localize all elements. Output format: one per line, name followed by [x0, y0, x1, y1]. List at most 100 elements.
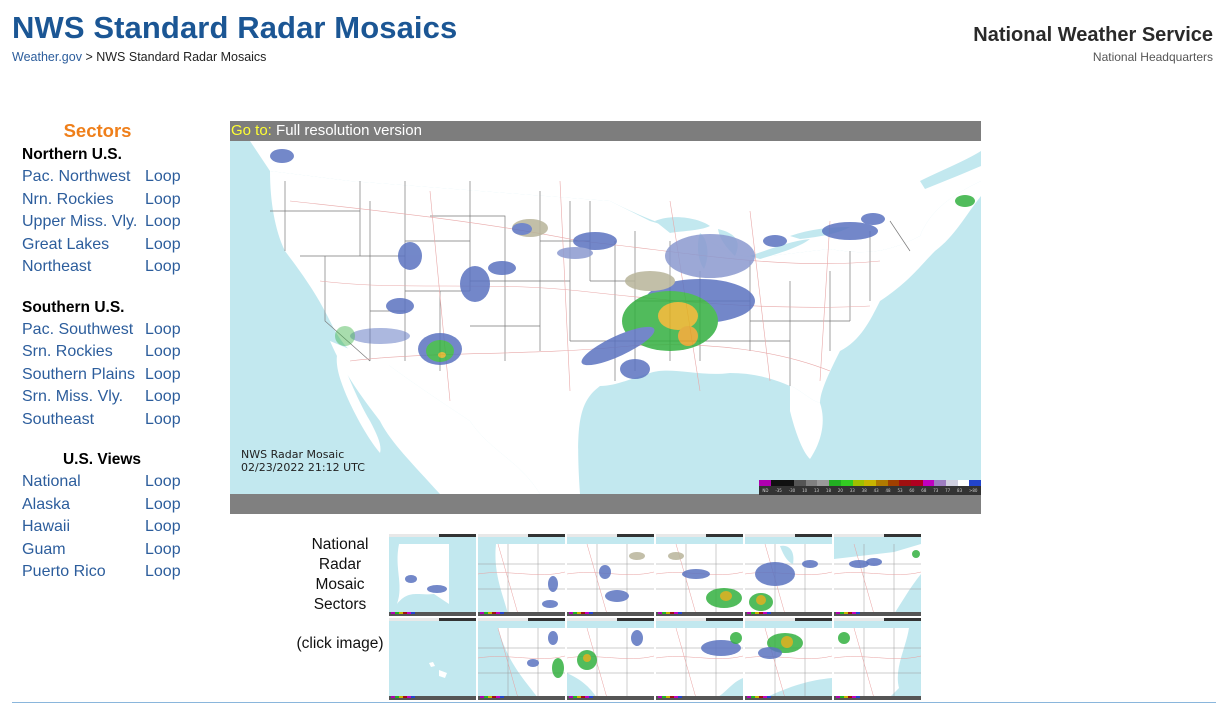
legend-label: 10 — [802, 488, 808, 493]
sector-row-southeast: Southeast Loop — [0, 409, 205, 432]
sector-row-puerto-rico: Puerto Rico Loop — [0, 561, 205, 584]
legend-label: 83 — [957, 488, 963, 493]
sector-row-guam: Guam Loop — [0, 539, 205, 562]
thumbnail-image — [389, 618, 476, 700]
sector-link-national[interactable]: National — [0, 473, 145, 491]
thumbnails-label: National Radar Mosaic Sectors — [290, 535, 390, 615]
agency-name: National Weather Service — [973, 24, 1213, 46]
legend-label: 20 — [837, 488, 843, 493]
thumbnail-northeast[interactable] — [834, 534, 921, 616]
loop-link-puerto-rico[interactable]: Loop — [145, 563, 181, 581]
thumbnail-alaska[interactable] — [389, 534, 476, 616]
thumbnail-southeast[interactable] — [834, 618, 921, 700]
thumbnail-image — [389, 534, 476, 616]
legend-label: -35 — [775, 488, 782, 493]
sector-row-great-lakes: Great Lakes Loop — [0, 234, 205, 257]
loop-link-guam[interactable]: Loop — [145, 541, 181, 559]
sector-link-southern-plains[interactable]: Southern Plains — [0, 366, 145, 384]
loop-link-national[interactable]: Loop — [145, 473, 181, 491]
sectors-title: Sectors — [63, 120, 132, 141]
legend-label: 68 — [921, 488, 927, 493]
thumbnail-southern-plains[interactable] — [656, 618, 743, 700]
loop-link-pac-southwest[interactable]: Loop — [145, 321, 181, 339]
sector-row-alaska: Alaska Loop — [0, 494, 205, 517]
legend-label: 53 — [897, 488, 903, 493]
sector-link-southeast[interactable]: Southeast — [0, 411, 145, 429]
thumbnail-nrn-rockies[interactable] — [567, 534, 654, 616]
radar-mosaic-image[interactable] — [230, 141, 981, 494]
footer-divider — [12, 702, 1216, 703]
sector-link-srn-rockies[interactable]: Srn. Rockies — [0, 343, 145, 361]
sector-row-upper-miss-vly: Upper Miss. Vly. Loop — [0, 211, 205, 234]
thumbnail-srn-rockies[interactable] — [567, 618, 654, 700]
thumbnail-srn-miss-vly[interactable] — [745, 618, 832, 700]
page-title: NWS Standard Radar Mosaics — [12, 10, 458, 45]
click-image-hint: (click image) — [296, 635, 384, 652]
thumbnails-label-line: Sectors — [313, 596, 367, 613]
sector-row-national: National Loop — [0, 471, 205, 494]
thumbnails-label-line: National — [311, 536, 369, 553]
sector-thumbnails-grid — [389, 534, 921, 700]
breadcrumb: Weather.gov > NWS Standard Radar Mosaics — [12, 50, 266, 64]
sector-row-nrn-rockies: Nrn. Rockies Loop — [0, 189, 205, 212]
radar-map-panel: Go to: Full resolution version NWS Radar… — [230, 121, 982, 514]
sector-link-nrn-rockies[interactable]: Nrn. Rockies — [0, 191, 145, 209]
loop-link-srn-rockies[interactable]: Loop — [145, 343, 181, 361]
sector-link-northeast[interactable]: Northeast — [0, 258, 145, 276]
legend-label: 38 — [861, 488, 867, 493]
thumbnail-upper-miss-vly[interactable] — [656, 534, 743, 616]
sector-link-great-lakes[interactable]: Great Lakes — [0, 236, 145, 254]
thumbnail-image — [745, 618, 832, 700]
legend-label: 33 — [849, 488, 855, 493]
legend-label: 18 — [825, 488, 831, 493]
loop-link-southeast[interactable]: Loop — [145, 411, 181, 429]
sector-row-srn-rockies: Srn. Rockies Loop — [0, 341, 205, 364]
thumbnail-great-lakes[interactable] — [745, 534, 832, 616]
thumbnail-image — [656, 534, 743, 616]
thumbnail-pac-northwest[interactable] — [478, 534, 565, 616]
sector-link-hawaii[interactable]: Hawaii — [0, 518, 145, 536]
breadcrumb-current: NWS Standard Radar Mosaics — [96, 50, 267, 64]
legend-label: 48 — [885, 488, 891, 493]
sector-link-alaska[interactable]: Alaska — [0, 496, 145, 514]
sector-row-northeast: Northeast Loop — [0, 256, 205, 279]
thumbnail-image — [567, 534, 654, 616]
group-title-southern: Southern U.S. — [22, 298, 125, 316]
thumbnail-image — [478, 534, 565, 616]
sector-link-pac-northwest[interactable]: Pac. Northwest — [0, 168, 145, 186]
loop-link-upper-miss-vly[interactable]: Loop — [145, 213, 181, 231]
loop-link-nrn-rockies[interactable]: Loop — [145, 191, 181, 209]
loop-link-hawaii[interactable]: Loop — [145, 518, 181, 536]
loop-link-southern-plains[interactable]: Loop — [145, 366, 181, 384]
legend-label: 60 — [909, 488, 915, 493]
sector-link-pac-southwest[interactable]: Pac. Southwest — [0, 321, 145, 339]
goto-bar: Go to: Full resolution version — [230, 121, 981, 141]
loop-link-pac-northwest[interactable]: Loop — [145, 168, 181, 186]
sector-link-puerto-rico[interactable]: Puerto Rico — [0, 563, 145, 581]
full-resolution-link[interactable]: Full resolution version — [276, 122, 422, 139]
breadcrumb-home-link[interactable]: Weather.gov — [12, 50, 82, 64]
map-caption-timestamp: 02/23/2022 21:12 UTC — [241, 461, 365, 474]
sector-link-upper-miss-vly[interactable]: Upper Miss. Vly. — [0, 213, 145, 231]
thumbnails-label-line: Radar — [318, 556, 362, 573]
thumbnail-image — [656, 618, 743, 700]
thumbnail-hawaii[interactable] — [389, 618, 476, 700]
sector-row-hawaii: Hawaii Loop — [0, 516, 205, 539]
sector-row-pac-northwest: Pac. Northwest Loop — [0, 166, 205, 189]
thumbnails-label-line: Mosaic — [315, 576, 365, 593]
sector-link-guam[interactable]: Guam — [0, 541, 145, 559]
thumbnail-image — [834, 618, 921, 700]
thumbnail-pac-southwest[interactable] — [478, 618, 565, 700]
loop-link-alaska[interactable]: Loop — [145, 496, 181, 514]
loop-link-srn-miss-vly[interactable]: Loop — [145, 388, 181, 406]
sector-link-srn-miss-vly[interactable]: Srn. Miss. Vly. — [0, 388, 145, 406]
legend-label: >80 — [968, 488, 978, 493]
thumbnail-image — [834, 534, 921, 616]
map-caption-title: NWS Radar Mosaic — [241, 448, 345, 461]
goto-label: Go to: — [231, 122, 272, 139]
legend-label: 43 — [873, 488, 879, 493]
loop-link-northeast[interactable]: Loop — [145, 258, 181, 276]
agency-subtitle: National Headquarters — [1092, 50, 1213, 64]
agency-header: National Weather Service National Headqu… — [973, 24, 1213, 64]
loop-link-great-lakes[interactable]: Loop — [145, 236, 181, 254]
